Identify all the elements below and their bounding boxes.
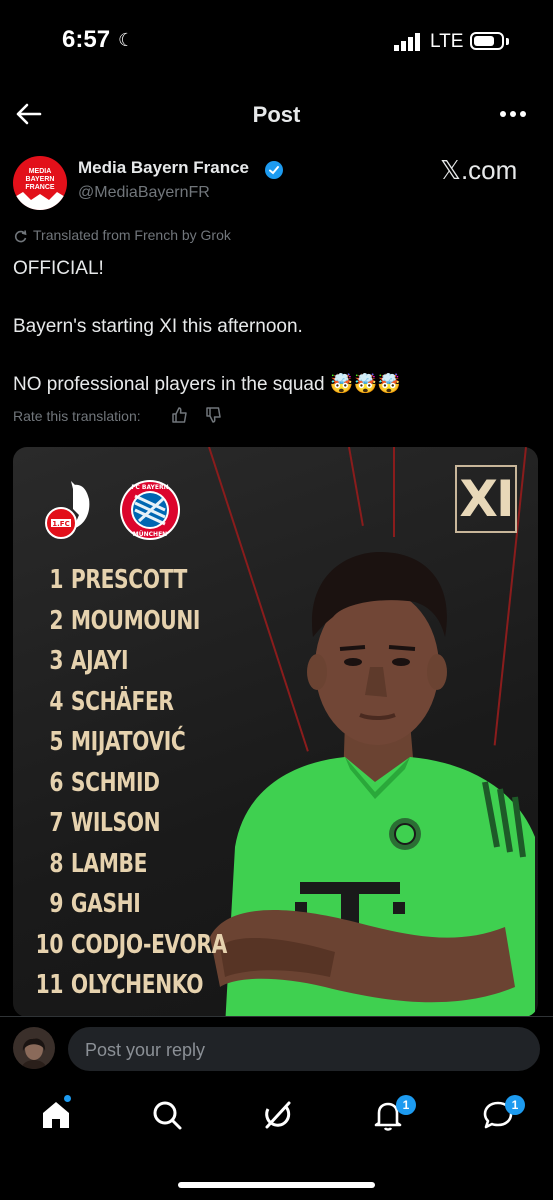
player-number: 7 xyxy=(49,808,64,838)
battery-tip xyxy=(506,38,509,45)
lineup-row: 8 LAMBE xyxy=(35,849,147,879)
search-icon[interactable] xyxy=(149,1097,185,1133)
svg-text:FC BAYERN: FC BAYERN xyxy=(131,484,168,491)
lineup-row: 5 MIJATOVIĆ xyxy=(35,727,185,757)
player-number: 8 xyxy=(49,848,64,879)
player-number: 6 xyxy=(49,767,64,798)
lineup-row: 6 SCHMID xyxy=(35,768,160,798)
player-number: 1 xyxy=(49,565,64,595)
svg-text:1.FC: 1.FC xyxy=(52,520,69,528)
avatar-wave-icon xyxy=(13,192,67,210)
player-name: SCHMID xyxy=(70,767,160,798)
svg-text:MÜNCHEN: MÜNCHEN xyxy=(133,531,167,538)
player-name: OLYCHENKO xyxy=(70,970,204,1000)
author-handle[interactable]: @MediaBayernFR xyxy=(78,184,210,202)
lineup-row: 9 GASHI xyxy=(35,889,140,919)
lineup-graphic[interactable]: XI 1.FC FC BAYERN MÜNCHEN 1 PRESCOTT 2 M… xyxy=(13,447,538,1017)
player-name: MOUMOUNI xyxy=(70,605,201,636)
player-name: AJAYI xyxy=(70,646,129,676)
lineup-row: 3 AJAYI xyxy=(35,646,128,676)
post-text: OFFICIAL! Bayern's starting XI this afte… xyxy=(13,258,401,395)
player-number: 5 xyxy=(49,727,64,757)
player-name: CODJO-EVORA xyxy=(70,929,227,960)
lineup-row: 4 SCHÄFER xyxy=(35,687,174,717)
author-name[interactable]: Media Bayern France xyxy=(78,158,249,178)
user-avatar-image xyxy=(21,1038,47,1069)
avatar-logo: MEDIA BAYERN FRANCE xyxy=(25,168,55,191)
battery-icon xyxy=(470,32,504,50)
player-number: 4 xyxy=(49,686,64,717)
lineup-row: 7 WILSON xyxy=(35,808,160,838)
player-number: 2 xyxy=(49,605,64,636)
player-name: PRESCOTT xyxy=(70,565,187,595)
rate-translation-label: Rate this translation: xyxy=(13,408,141,424)
player-number: 11 xyxy=(35,970,64,1000)
page-title: Post xyxy=(252,102,301,127)
network-label: LTE xyxy=(430,31,464,52)
home-indicator xyxy=(178,1182,375,1188)
lineup-row: 1 PRESCOTT xyxy=(35,565,187,595)
moon-icon: ☾ xyxy=(118,30,135,50)
user-avatar[interactable] xyxy=(13,1027,55,1069)
thumbs-up-icon[interactable] xyxy=(171,406,189,424)
player-name: LAMBE xyxy=(70,848,148,879)
player-name: SCHÄFER xyxy=(70,686,174,717)
home-icon[interactable] xyxy=(38,1097,74,1133)
lineup-row: 2 MOUMOUNI xyxy=(35,606,200,636)
bayern-crest-icon: FC BAYERN MÜNCHEN xyxy=(120,480,180,540)
grok-icon[interactable] xyxy=(259,1097,295,1133)
reply-placeholder: Post your reply xyxy=(85,1040,206,1060)
player-name: MIJATOVIĆ xyxy=(70,727,186,757)
source-label: 𝕏.com xyxy=(440,155,518,185)
player-name: WILSON xyxy=(70,808,161,838)
more-options-icon[interactable] xyxy=(496,104,530,124)
divider xyxy=(0,1016,553,1017)
player-number: 3 xyxy=(49,646,64,676)
lineup-row: 10 CODJO-EVORA xyxy=(35,929,228,960)
thumbs-down-icon[interactable] xyxy=(205,406,223,424)
author-avatar[interactable]: MEDIA BAYERN FRANCE xyxy=(13,156,67,210)
notifications-badge: 1 xyxy=(396,1095,416,1115)
player-number: 10 xyxy=(35,929,64,960)
koln-crest-icon: 1.FC xyxy=(45,481,90,539)
home-notification-dot xyxy=(64,1095,71,1102)
messages-badge: 1 xyxy=(505,1095,525,1115)
player-number: 9 xyxy=(49,889,64,919)
status-time: 6:57 xyxy=(62,26,111,53)
player-photo xyxy=(210,552,535,1017)
signal-icon xyxy=(394,33,420,51)
player-name: GASHI xyxy=(70,889,141,919)
translation-note: Translated from French by Grok xyxy=(33,227,231,243)
translate-icon xyxy=(14,230,27,243)
verified-badge-icon xyxy=(265,161,283,179)
lineup-row: 11 OLYCHENKO xyxy=(35,970,204,1000)
